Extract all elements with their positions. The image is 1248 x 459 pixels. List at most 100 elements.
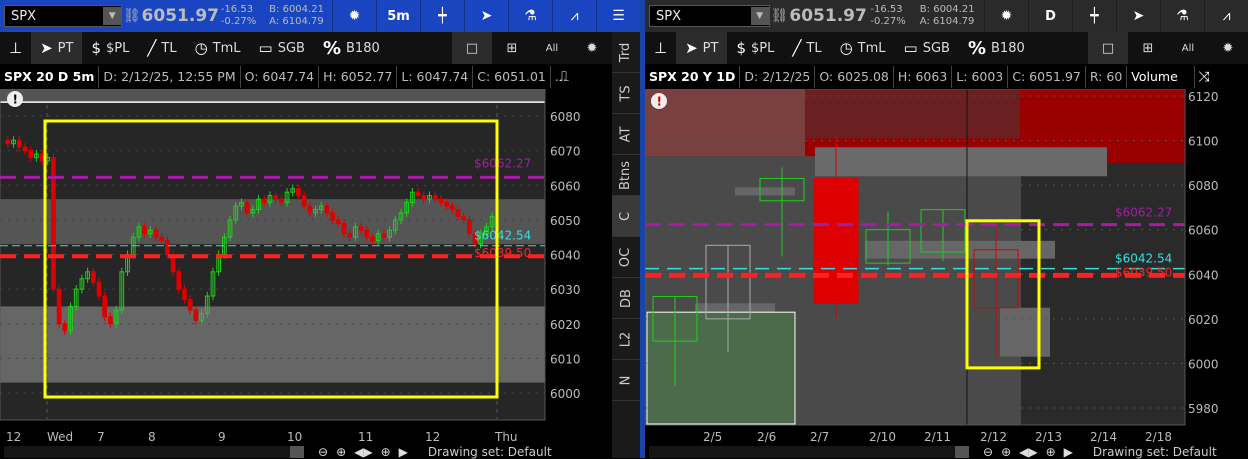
drawings-icon[interactable]: ⩘ [552, 0, 596, 32]
grid-layout-button[interactable]: ⊞ [492, 32, 532, 64]
pointer-tool[interactable]: ➤ PT [676, 32, 728, 64]
menu-icon[interactable]: ☰ [596, 0, 640, 32]
pin-icon: ⊥ [9, 39, 23, 57]
flask-icon[interactable]: ⚗ [1160, 0, 1204, 32]
zoom-in-icon[interactable]: ⊕ [336, 446, 346, 458]
side-tab-n[interactable]: N [612, 360, 640, 401]
chevron-down-icon[interactable]: ▼ [750, 7, 769, 25]
candle [176, 271, 182, 290]
trendline-tool[interactable]: ╱ TL [783, 32, 830, 64]
candle [467, 219, 472, 235]
side-tab-oc[interactable]: OC [612, 237, 640, 278]
y-axis-label: 6070 [550, 145, 581, 159]
candle [324, 205, 330, 214]
crosshair-icon[interactable]: ⊕ [381, 446, 391, 458]
fit-icon[interactable]: ◀▶ [354, 446, 372, 458]
b180-tool[interactable]: % B180 [314, 32, 389, 64]
grid-layout-button[interactable]: ⊞ [1128, 32, 1168, 64]
alert-icon: ! [657, 95, 662, 109]
chevron-down-icon[interactable]: ▼ [103, 7, 122, 25]
pin-button[interactable]: ⊥ [0, 32, 31, 64]
bar-open: O: 6047.74 [241, 66, 320, 88]
zoom-in-icon[interactable]: ⊕ [1001, 446, 1011, 458]
zoom-out-icon[interactable]: ⊖ [983, 446, 993, 458]
flask-icon[interactable]: ⚗ [508, 0, 552, 32]
play-icon[interactable]: ▶ [399, 446, 408, 458]
side-tab-btns[interactable]: Btns [612, 155, 640, 196]
daily-price-chart[interactable]: 5980 6000 6020 6040 6060 6080 6100 6120 $6062.27… [645, 89, 1248, 429]
clock-icon: ◷ [839, 39, 853, 57]
all-button[interactable]: All [532, 32, 572, 64]
side-tab-c[interactable]: C [612, 196, 640, 237]
candle [278, 198, 284, 204]
timeline-tool[interactable]: ◷ TmL [831, 32, 895, 64]
tool-label: B180 [346, 40, 380, 56]
cursor-icon: ➤ [685, 39, 698, 57]
y-axis-label: 6120 [1188, 90, 1219, 104]
scroll-thumb[interactable] [955, 446, 969, 458]
bar-close: C: 6051.97 [1008, 66, 1086, 88]
timeframe-button[interactable]: D [1028, 0, 1072, 32]
chart-type-icon[interactable]: ┿ [1072, 0, 1116, 32]
sgb-tool[interactable]: ▭ SGB [895, 32, 959, 64]
tool-label: $PL [105, 40, 130, 56]
y-axis-label: 6040 [550, 249, 581, 263]
link-icon[interactable]: ⛓ [122, 8, 141, 24]
candle [159, 236, 165, 242]
side-tab-ts[interactable]: TS [612, 73, 640, 114]
right-quote-bar: SPX ▼ ⛓ 6051.97 -16.53 -0.27% B: 6004.21 A:… [645, 0, 1248, 32]
candle [273, 195, 278, 200]
chart-type-icon[interactable]: ┿ [420, 0, 464, 32]
pin-button[interactable]: ⊥ [645, 32, 676, 64]
symbol-selector[interactable]: SPX ▼ [649, 5, 770, 27]
drawings-icon[interactable]: ⩘ [1204, 0, 1248, 32]
single-layout-button[interactable]: □ [452, 32, 492, 64]
drawing-set-label[interactable]: Drawing set: Default [428, 446, 552, 458]
pl-tool[interactable]: $ $PL [82, 32, 138, 64]
gear-icon[interactable]: ✹ [332, 0, 376, 32]
candle [193, 309, 199, 321]
cursor-icon[interactable]: ➤ [464, 0, 508, 32]
candle [330, 212, 335, 221]
sgb-tool[interactable]: ▭ SGB [250, 32, 314, 64]
candle [62, 323, 68, 332]
candle [90, 271, 96, 283]
zoom-out-icon[interactable]: ⊖ [318, 446, 328, 458]
gear-icon[interactable]: ✹ [1208, 32, 1248, 64]
all-button[interactable]: All [1168, 32, 1208, 64]
pointer-tool[interactable]: ➤ PT [31, 32, 83, 64]
auto-scale-icon[interactable]: ⎍ [550, 66, 578, 88]
side-tab-trd[interactable]: Trd [612, 32, 640, 73]
cursor-icon[interactable]: ➤ [1116, 0, 1160, 32]
gear-icon[interactable]: ✹ [572, 32, 612, 64]
trendline-tool[interactable]: ╱ TL [138, 32, 185, 64]
side-tab-db[interactable]: DB [612, 278, 640, 319]
x-axis-label: Wed [47, 430, 74, 444]
side-tab-at[interactable]: AT [612, 114, 640, 155]
auto-scale-icon[interactable]: ⤨ [1190, 66, 1218, 88]
bid: B: 6004.21 [269, 4, 324, 15]
symbol-selector[interactable]: SPX ▼ [4, 5, 123, 27]
candle [335, 219, 341, 224]
chart-info-bar: SPX 20 Y 1D D: 2/12/25 O: 6025.08 H: 606… [645, 66, 1196, 88]
x-axis-label: 2/18 [1145, 430, 1172, 444]
crosshair-icon[interactable]: ⊕ [1046, 446, 1056, 458]
bid-ask: B: 6004.21 A: 6104.79 [920, 4, 984, 28]
timeline-tool[interactable]: ◷ TmL [186, 32, 250, 64]
pl-tool[interactable]: $ $PL [727, 32, 783, 64]
drawing-set-label[interactable]: Drawing set: Default [1093, 446, 1217, 458]
intraday-price-chart[interactable]: 6000 6010 6020 6030 6040 6050 6060 6070 6080 $606… [0, 89, 612, 429]
fit-icon[interactable]: ◀▶ [1019, 446, 1037, 458]
horizontal-scrollbar[interactable] [649, 446, 969, 458]
link-icon[interactable]: ⛓ [770, 8, 790, 24]
scroll-thumb[interactable] [290, 446, 304, 458]
timeframe-button[interactable]: 5m [376, 0, 420, 32]
candle [39, 153, 45, 162]
b180-tool[interactable]: % B180 [959, 32, 1034, 64]
horizontal-scrollbar[interactable] [4, 446, 304, 458]
play-icon[interactable]: ▶ [1064, 446, 1073, 458]
single-layout-button[interactable]: □ [1088, 32, 1128, 64]
gear-icon[interactable]: ✹ [984, 0, 1028, 32]
side-tab-l2[interactable]: L2 [612, 319, 640, 360]
ask: A: 6104.79 [919, 16, 975, 27]
